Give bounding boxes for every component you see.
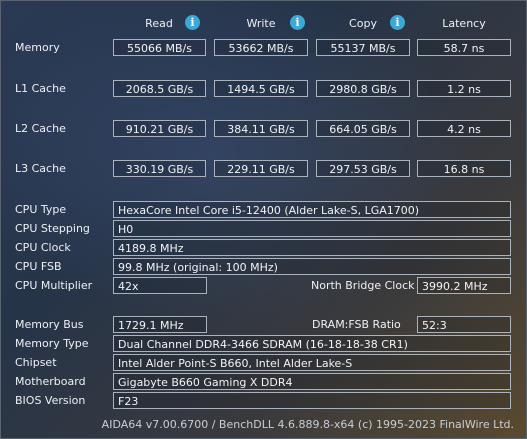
l3-write-value: 229.11 GB/s	[214, 160, 308, 177]
cpu-fsb-label: CPU FSB	[15, 260, 62, 273]
cpu-stepping-value: H0	[113, 220, 511, 237]
dram-fsb-ratio-label: DRAM:FSB Ratio	[312, 318, 401, 331]
l1-write-value: 1494.5 GB/s	[214, 80, 308, 97]
l1-latency-value: 1.2 ns	[417, 80, 511, 97]
memory-type-value: Dual Channel DDR4-3466 SDRAM (16-18-18-3…	[113, 335, 511, 352]
north-bridge-clock-value: 3990.2 MHz	[417, 277, 511, 294]
north-bridge-clock-label: North Bridge Clock	[311, 279, 415, 292]
row-label-l3-cache: L3 Cache	[15, 162, 66, 175]
header-copy: Copy	[349, 17, 377, 30]
memory-latency-value: 58.7 ns	[417, 39, 511, 56]
l2-latency-value: 4.2 ns	[417, 120, 511, 137]
bios-version-label: BIOS Version	[15, 394, 86, 407]
chipset-value: Intel Alder Point-S B660, Intel Alder La…	[113, 354, 511, 371]
footer-copyright: AIDA64 v7.00.6700 / BenchDLL 4.6.889.8-x…	[101, 418, 514, 431]
memory-type-label: Memory Type	[15, 337, 89, 350]
cpu-clock-value: 4189.8 MHz	[113, 239, 511, 256]
cpu-clock-label: CPU Clock	[15, 241, 71, 254]
cpu-stepping-label: CPU Stepping	[15, 222, 90, 235]
dram-fsb-ratio-value: 52:3	[417, 316, 511, 333]
memory-bus-label: Memory Bus	[15, 318, 84, 331]
memory-bus-value: 1729.1 MHz	[113, 316, 207, 333]
l2-read-value: 910.21 GB/s	[113, 120, 206, 137]
header-write: Write	[246, 17, 276, 30]
memory-copy-value: 55137 MB/s	[316, 39, 410, 56]
l3-read-value: 330.19 GB/s	[113, 160, 206, 177]
memory-write-value: 53662 MB/s	[214, 39, 308, 56]
header-latency: Latency	[442, 17, 486, 30]
row-label-memory: Memory	[15, 41, 60, 54]
cpu-type-value: HexaCore Intel Core i5-12400 (Alder Lake…	[113, 201, 511, 218]
l1-read-value: 2068.5 GB/s	[113, 80, 206, 97]
info-icon[interactable]: i	[390, 15, 405, 30]
l2-write-value: 384.11 GB/s	[214, 120, 308, 137]
l1-copy-value: 2980.8 GB/s	[316, 80, 410, 97]
row-label-l2-cache: L2 Cache	[15, 122, 66, 135]
info-icon[interactable]: i	[290, 15, 305, 30]
row-label-l1-cache: L1 Cache	[15, 82, 66, 95]
info-icon[interactable]: i	[185, 15, 200, 30]
cpu-multiplier-label: CPU Multiplier	[15, 279, 93, 292]
l3-copy-value: 297.53 GB/s	[316, 160, 410, 177]
benchmark-window: Read i Write i Copy i Latency Memory 550…	[0, 0, 527, 439]
l3-latency-value: 16.8 ns	[417, 160, 511, 177]
header-read: Read	[145, 17, 173, 30]
cpu-fsb-value: 99.8 MHz (original: 100 MHz)	[113, 258, 511, 275]
cpu-multiplier-value: 42x	[113, 277, 207, 294]
motherboard-value: Gigabyte B660 Gaming X DDR4	[113, 373, 511, 390]
cpu-type-label: CPU Type	[15, 203, 67, 216]
memory-read-value: 55066 MB/s	[113, 39, 206, 56]
l2-copy-value: 664.05 GB/s	[316, 120, 410, 137]
bios-version-value: F23	[113, 392, 511, 409]
chipset-label: Chipset	[15, 356, 57, 369]
motherboard-label: Motherboard	[15, 375, 86, 388]
